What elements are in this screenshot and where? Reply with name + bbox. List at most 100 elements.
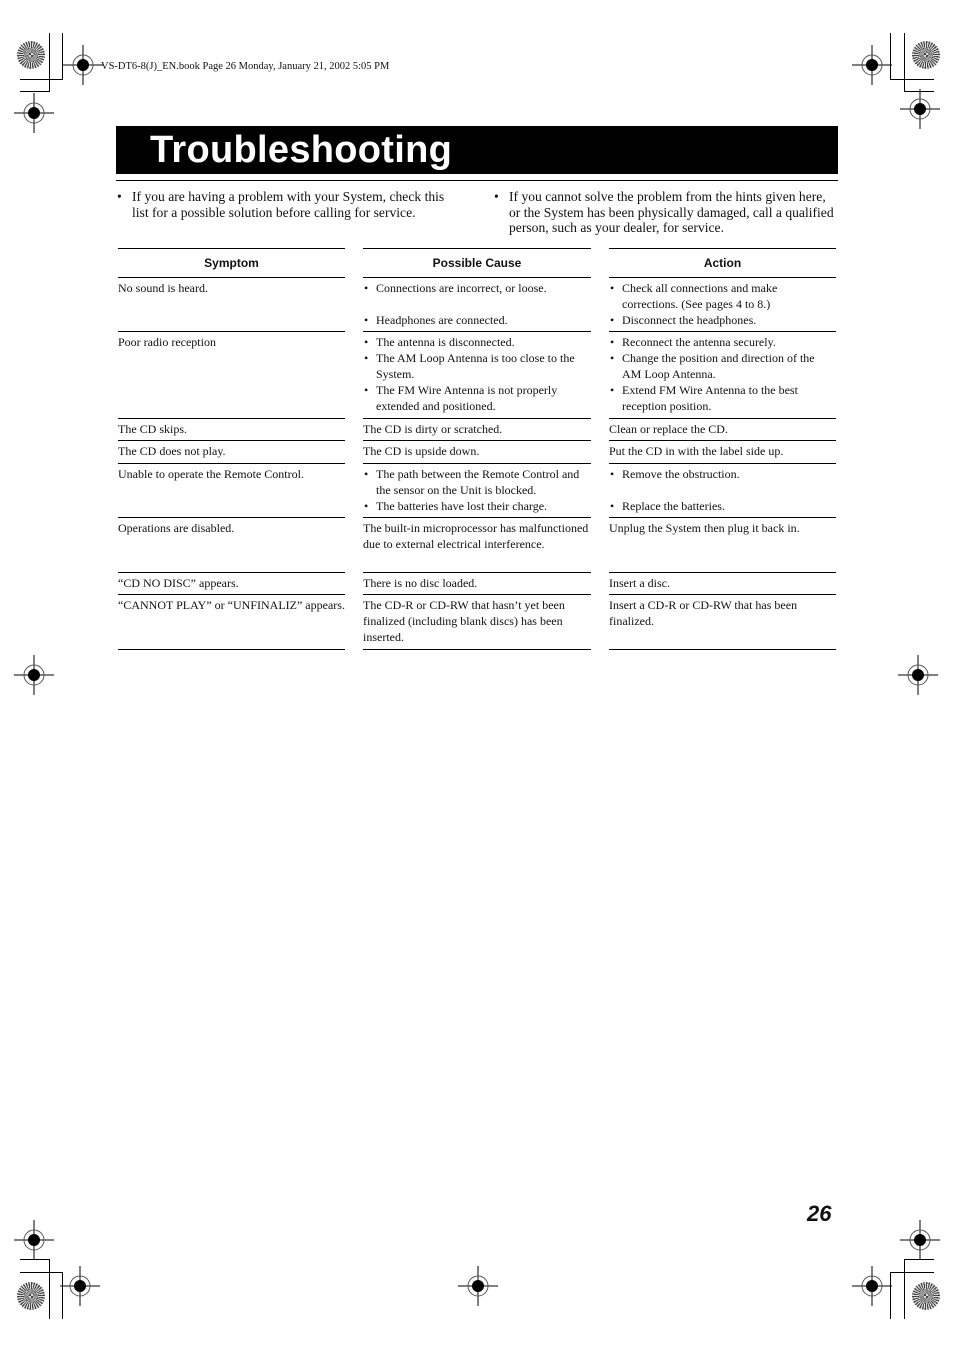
action-item: • Replace the batteries.: [609, 498, 836, 514]
action-text: Clean or replace the CD.: [609, 422, 728, 436]
action-header: Action: [609, 248, 836, 278]
intro-text-left: If you are having a problem with your Sy…: [132, 189, 445, 220]
bullet: •: [494, 189, 499, 204]
action-item: • Remove the obstruction.: [609, 466, 836, 482]
symptom-cell: “CANNOT PLAY” or “UNFINALIZ” appears.: [118, 595, 345, 650]
bullet: •: [610, 335, 615, 349]
cause-cell: The CD is upside down.: [363, 441, 591, 464]
cause-cell: The built-in microprocessor has malfunct…: [363, 518, 591, 573]
color-target-icon: [17, 41, 45, 69]
color-target-icon: [912, 41, 940, 69]
bullet: •: [610, 313, 615, 327]
action-item: • Extend FM Wire Antenna to the best rece…: [609, 382, 836, 414]
cause-item: • The FM Wire Antenna is not properly ext…: [363, 382, 591, 414]
cause-item-text: Headphones are connected.: [376, 313, 508, 327]
action-item-text: Disconnect the headphones.: [622, 313, 757, 327]
action-item: • Change the position and direction of th…: [609, 350, 836, 382]
cause-item: • The batteries have lost their charge.: [363, 498, 591, 514]
bullet: •: [610, 351, 615, 365]
symptom-cell: The CD does not play.: [118, 441, 345, 464]
action-item-text: Replace the batteries.: [622, 499, 725, 513]
action-cell: Put the CD in with the label side up.: [609, 441, 836, 464]
symptom-text: The CD does not play.: [118, 444, 226, 458]
cause-item: • Connections are incorrect, or loose.: [363, 280, 591, 296]
cause-text: The CD-R or CD-RW that hasn’t yet been f…: [363, 598, 565, 644]
action-cell: Clean or replace the CD.: [609, 419, 836, 441]
registration-mark-icon: [852, 45, 892, 85]
bullet: •: [610, 499, 615, 513]
action-text: Insert a disc.: [609, 576, 670, 590]
action-cell: Insert a CD-R or CD-RW that has been fin…: [609, 595, 836, 650]
registration-mark-icon: [60, 1266, 100, 1306]
cause-item-text: The batteries have lost their charge.: [376, 499, 548, 513]
bullet: •: [364, 499, 369, 513]
symptom-column: Symptom No sound is heard. Poor radio rec…: [118, 248, 345, 650]
page-title: Troubleshooting: [150, 129, 453, 171]
bullet: •: [117, 189, 122, 204]
cause-item-text: The path between the Remote Control and …: [376, 467, 580, 497]
cause-item-text: The FM Wire Antenna is not properly exte…: [376, 383, 558, 413]
registration-mark-icon: [900, 89, 940, 129]
action-cell: • Check all connections and make correcti…: [609, 278, 836, 332]
intro-note-right: • If you cannot solve the problem from t…: [494, 189, 834, 236]
cause-cell: The CD is dirty or scratched.: [363, 419, 591, 441]
symptom-text: “CD NO DISC” appears.: [118, 576, 239, 590]
bullet: •: [364, 313, 369, 327]
color-target-icon: [912, 1282, 940, 1310]
cause-text: There is no disc loaded.: [363, 576, 478, 590]
cause-item: • The antenna is disconnected.: [363, 334, 591, 350]
title-banner: Troubleshooting: [116, 126, 838, 174]
action-cell: Unplug the System then plug it back in.: [609, 518, 836, 573]
bullet: •: [364, 383, 369, 397]
symptom-cell: The CD skips.: [118, 419, 345, 441]
cause-item-text: The antenna is disconnected.: [376, 335, 515, 349]
action-cell: • Remove the obstruction. • Replace the bat…: [609, 464, 836, 518]
bullet: •: [610, 281, 615, 295]
cause-item-text: Connections are incorrect, or loose.: [376, 281, 547, 295]
symptom-text: No sound is heard.: [118, 281, 208, 295]
registration-mark-icon: [14, 93, 54, 133]
page-number: 26: [807, 1201, 832, 1226]
symptom-text: Unable to operate the Remote Control.: [118, 467, 304, 481]
action-item-text: Extend FM Wire Antenna to the best recep…: [622, 383, 798, 413]
cause-cell: • The path between the Remote Control and…: [363, 464, 591, 518]
bullet: •: [364, 351, 369, 365]
action-item-text: Remove the obstruction.: [622, 467, 740, 481]
symptom-text: “CANNOT PLAY” or “UNFINALIZ” appears.: [118, 598, 345, 612]
bullet: •: [364, 335, 369, 349]
registration-mark-icon: [14, 655, 54, 695]
action-text: Unplug the System then plug it back in.: [609, 521, 800, 535]
cause-item: • The AM Loop Antenna is too close to the…: [363, 350, 591, 382]
action-item-text: Check all connections and make correctio…: [622, 281, 778, 311]
cause-item: • Headphones are connected.: [363, 312, 591, 328]
symptom-cell: Poor radio reception: [118, 332, 345, 419]
intro-note-left: • If you are having a problem with your …: [117, 189, 462, 220]
registration-mark-icon: [898, 655, 938, 695]
action-item: • Disconnect the headphones.: [609, 312, 836, 328]
registration-mark-icon: [852, 1266, 892, 1306]
action-text: Insert a CD-R or CD-RW that has been fin…: [609, 598, 798, 628]
cause-text: The built-in microprocessor has malfunct…: [363, 521, 589, 551]
title-divider: [116, 180, 838, 181]
action-item: • Check all connections and make correcti…: [609, 280, 836, 312]
registration-mark-icon: [458, 1266, 498, 1306]
cause-cell: • The antenna is disconnected. • The AM Loo…: [363, 332, 591, 419]
cause-cell: There is no disc loaded.: [363, 573, 591, 595]
registration-mark-icon: [14, 1220, 54, 1260]
action-item-text: Reconnect the antenna securely.: [622, 335, 776, 349]
cause-header: Possible Cause: [363, 248, 591, 278]
cause-item: • The path between the Remote Control and…: [363, 466, 591, 498]
bullet: •: [610, 383, 615, 397]
symptom-cell: Unable to operate the Remote Control.: [118, 464, 345, 518]
cause-text: The CD is dirty or scratched.: [363, 422, 503, 436]
registration-mark-icon: [63, 45, 103, 85]
running-header: VS-DT6-8(J)_EN.book Page 26 Monday, Janu…: [101, 61, 390, 72]
symptom-text: Poor radio reception: [118, 335, 216, 349]
symptom-text: The CD skips.: [118, 422, 187, 436]
cause-cell: • Connections are incorrect, or loose. • He…: [363, 278, 591, 332]
symptom-cell: “CD NO DISC” appears.: [118, 573, 345, 595]
bullet: •: [364, 281, 369, 295]
cause-cell: The CD-R or CD-RW that hasn’t yet been f…: [363, 595, 591, 650]
